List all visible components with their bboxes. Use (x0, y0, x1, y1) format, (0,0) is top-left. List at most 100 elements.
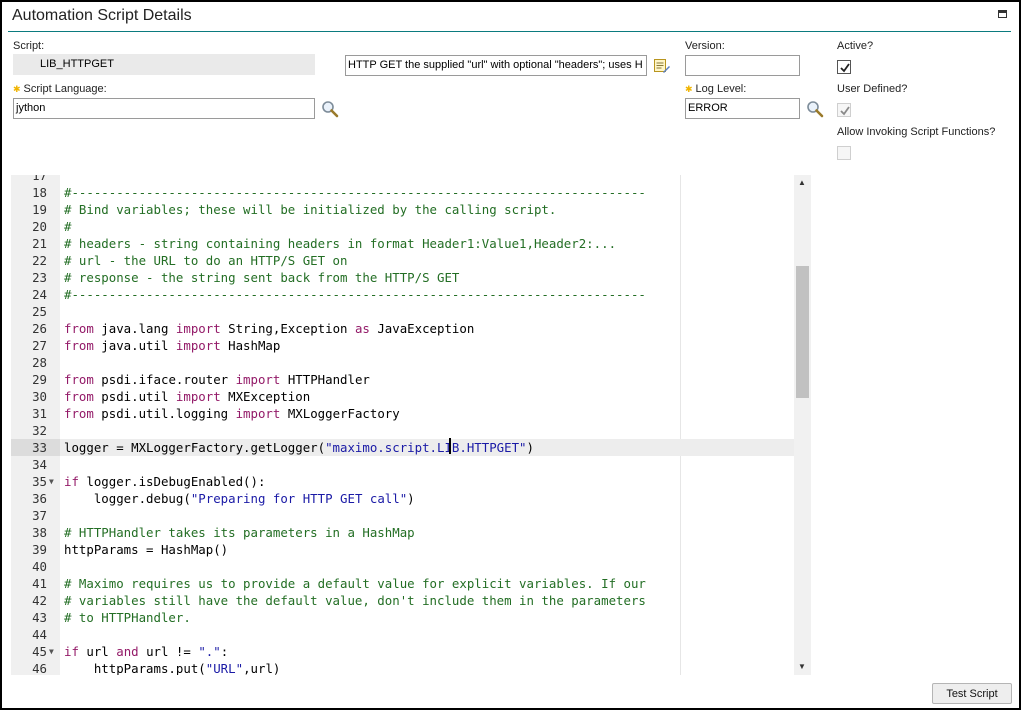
line-number: 26 (32, 321, 47, 336)
code-line[interactable]: 19 # Bind variables; these will be initia… (11, 201, 794, 218)
line-number: 20 (32, 219, 47, 234)
code-text: logger = MXLoggerFactory.getLogger("maxi… (64, 440, 534, 455)
line-number: 37 (32, 508, 47, 523)
script-name-field: LIB_HTTPGET (13, 54, 315, 75)
code-text: # (64, 219, 72, 234)
editor-scrollbar[interactable]: ▲ ▼ (794, 175, 811, 675)
scroll-down-icon[interactable]: ▼ (798, 662, 806, 671)
line-number: 29 (32, 372, 47, 387)
line-number: 21 (32, 236, 47, 251)
code-line[interactable]: 27 from java.util import HashMap (11, 337, 794, 354)
code-line[interactable]: 36 logger.debug("Preparing for HTTP GET … (11, 490, 794, 507)
user-defined-checkbox (837, 103, 851, 117)
code-text: # HTTPHandler takes its parameters in a … (64, 525, 415, 540)
line-number: 36 (32, 491, 47, 506)
code-text: httpParams = HashMap() (64, 542, 229, 557)
active-checkbox[interactable] (837, 60, 851, 74)
line-number: 24 (32, 287, 47, 302)
search-icon[interactable] (321, 100, 339, 118)
fold-toggle-icon[interactable]: ▼ (49, 643, 54, 660)
code-line[interactable]: 33 logger = MXLoggerFactory.getLogger("ma… (11, 439, 794, 456)
code-line[interactable]: 28 (11, 354, 794, 371)
line-number: 35 (32, 474, 47, 489)
code-line[interactable]: 40 (11, 558, 794, 575)
code-line[interactable]: 39 httpParams = HashMap() (11, 541, 794, 558)
line-number: 44 (32, 627, 47, 642)
code-line[interactable]: 22 # url - the URL to do an HTTP/S GET on (11, 252, 794, 269)
code-line[interactable]: 20 # (11, 218, 794, 235)
line-number: 34 (32, 457, 47, 472)
version-field[interactable] (685, 55, 800, 76)
line-number: 41 (32, 576, 47, 591)
code-text: from psdi.iface.router import HTTPHandle… (64, 372, 370, 387)
code-line[interactable]: 26 from java.lang import String,Exception… (11, 320, 794, 337)
search-icon[interactable] (806, 100, 824, 118)
code-line[interactable]: 37 (11, 507, 794, 524)
fold-toggle-icon[interactable]: ▼ (49, 473, 54, 490)
code-editor[interactable]: 17 18 #-----------------------------------… (11, 175, 811, 675)
code-line[interactable]: 18 #-------------------------------------… (11, 184, 794, 201)
code-line[interactable]: 17 (11, 175, 794, 184)
code-line[interactable]: 38 # HTTPHandler takes its parameters in … (11, 524, 794, 541)
line-number: 27 (32, 338, 47, 353)
allow-invoking-label: Allow Invoking Script Functions? (837, 126, 996, 138)
automation-script-dialog: Automation Script Details Script: LIB_HT… (0, 0, 1021, 710)
code-line[interactable]: 45 ▼ if url and url != ".": (11, 643, 794, 660)
line-number: 43 (32, 610, 47, 625)
active-label: Active? (837, 40, 874, 52)
script-label: Script: (13, 40, 45, 52)
line-number: 22 (32, 253, 47, 268)
code-text: from psdi.util.logging import MXLoggerFa… (64, 406, 400, 421)
log-level-field[interactable]: ERROR (685, 98, 800, 119)
line-number: 25 (32, 304, 47, 319)
line-number: 28 (32, 355, 47, 370)
code-text: #---------------------------------------… (64, 287, 646, 302)
code-line[interactable]: 23 # response - the string sent back from… (11, 269, 794, 286)
code-text: # variables still have the default value… (64, 593, 646, 608)
scroll-up-icon[interactable]: ▲ (798, 178, 806, 187)
code-line[interactable]: 46 httpParams.put("URL",url) (11, 660, 794, 675)
line-number: 38 (32, 525, 47, 540)
code-text: if url and url != ".": (64, 644, 229, 659)
line-number: 17 (32, 175, 47, 183)
code-line[interactable]: 32 (11, 422, 794, 439)
line-number: 30 (32, 389, 47, 404)
dialog-title: Automation Script Details (12, 7, 192, 24)
line-number: 19 (32, 202, 47, 217)
line-number: 31 (32, 406, 47, 421)
code-text: # response - the string sent back from t… (64, 270, 460, 285)
code-line[interactable]: 34 (11, 456, 794, 473)
scrollbar-thumb[interactable] (796, 266, 809, 398)
code-text: # Bind variables; these will be initiali… (64, 202, 557, 217)
version-label: Version: (685, 40, 725, 52)
description-field[interactable]: HTTP GET the supplied "url" with optiona… (345, 55, 647, 76)
code-text: if logger.isDebugEnabled(): (64, 474, 266, 489)
code-text: from java.util import HashMap (64, 338, 281, 353)
line-number: 46 (32, 661, 47, 675)
minimize-icon[interactable] (998, 10, 1007, 18)
code-line[interactable]: 31 from psdi.util.logging import MXLogger… (11, 405, 794, 422)
title-divider (8, 31, 1011, 32)
long-description-icon[interactable] (653, 57, 671, 75)
code-line[interactable]: 24 #-------------------------------------… (11, 286, 794, 303)
test-script-button[interactable]: Test Script (932, 683, 1012, 704)
code-line[interactable]: 30 from psdi.util import MXException (11, 388, 794, 405)
code-text: # Maximo requires us to provide a defaul… (64, 576, 646, 591)
code-text: from psdi.util import MXException (64, 389, 311, 404)
text-cursor (449, 438, 451, 454)
code-line[interactable]: 41 # Maximo requires us to provide a defa… (11, 575, 794, 592)
line-number: 45 (32, 644, 47, 659)
line-number: 32 (32, 423, 47, 438)
code-line[interactable]: 25 (11, 303, 794, 320)
code-line[interactable]: 21 # headers - string containing headers … (11, 235, 794, 252)
code-text: from java.lang import String,Exception a… (64, 321, 475, 336)
line-number: 42 (32, 593, 47, 608)
line-number: 18 (32, 185, 47, 200)
code-line[interactable]: 29 from psdi.iface.router import HTTPHand… (11, 371, 794, 388)
code-line[interactable]: 43 # to HTTPHandler. (11, 609, 794, 626)
code-text: # url - the URL to do an HTTP/S GET on (64, 253, 348, 268)
code-line[interactable]: 44 (11, 626, 794, 643)
code-line[interactable]: 42 # variables still have the default val… (11, 592, 794, 609)
code-line[interactable]: 35 ▼ if logger.isDebugEnabled(): (11, 473, 794, 490)
script-language-field[interactable]: jython (13, 98, 315, 119)
